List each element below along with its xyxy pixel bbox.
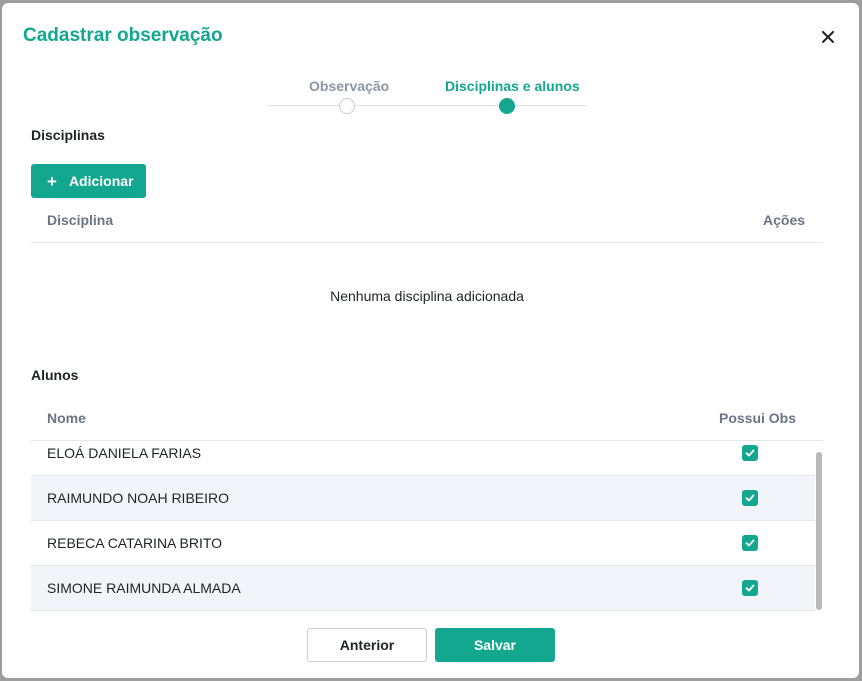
aluno-name: RAIMUNDO NOAH RIBEIRO [47, 490, 230, 506]
modal-dialog: Cadastrar observação Observação Discipli… [2, 3, 859, 678]
modal-title: Cadastrar observação [23, 25, 223, 46]
step-observacao-dot[interactable] [339, 98, 355, 114]
column-header-nome: Nome [47, 410, 86, 426]
column-header-acoes: Ações [763, 212, 806, 228]
column-header-possui-obs: Possui Obs [719, 410, 797, 426]
step-observacao-label[interactable]: Observação [309, 78, 389, 94]
previous-button[interactable]: Anterior [307, 628, 427, 662]
possui-obs-checkbox[interactable] [742, 580, 758, 596]
aluno-name: REBECA CATARINA BRITO [47, 535, 223, 551]
check-icon [745, 584, 755, 592]
step-disciplinas-alunos-label[interactable]: Disciplinas e alunos [445, 78, 580, 94]
alunos-scrollbar-thumb[interactable] [816, 452, 822, 610]
disciplinas-empty-message: Nenhuma disciplina adicionada [330, 288, 524, 304]
aluno-name: SIMONE RAIMUNDA ALMADA [47, 580, 241, 596]
stepper-line [267, 105, 587, 106]
table-row: REBECA CATARINA BRITO [31, 521, 815, 566]
possui-obs-checkbox[interactable] [742, 490, 758, 506]
table-row: SIMONE RAIMUNDA ALMADA [31, 566, 815, 611]
possui-obs-checkbox[interactable] [742, 445, 758, 461]
save-button[interactable]: Salvar [435, 628, 555, 662]
add-disciplina-button[interactable]: + Adicionar [31, 164, 146, 198]
alunos-list[interactable]: ELOÁ DANIELA FARIAS RAIMUNDO NOAH RIBEIR… [31, 441, 815, 611]
aluno-name: ELOÁ DANIELA FARIAS [47, 445, 202, 461]
close-button[interactable] [816, 25, 840, 49]
check-icon [745, 449, 755, 457]
add-disciplina-label: Adicionar [68, 173, 134, 189]
column-header-disciplina: Disciplina [47, 212, 114, 228]
check-icon [745, 494, 755, 502]
step-disciplinas-alunos-dot[interactable] [499, 98, 515, 114]
disciplinas-section-title: Disciplinas [31, 127, 105, 143]
table-row: RAIMUNDO NOAH RIBEIRO [31, 476, 815, 521]
possui-obs-checkbox[interactable] [742, 535, 758, 551]
disciplinas-header-divider [31, 242, 823, 243]
plus-icon: + [47, 171, 57, 191]
table-row: ELOÁ DANIELA FARIAS [31, 441, 815, 476]
check-icon [745, 539, 755, 547]
close-icon [822, 31, 834, 43]
alunos-section-title: Alunos [31, 367, 79, 383]
